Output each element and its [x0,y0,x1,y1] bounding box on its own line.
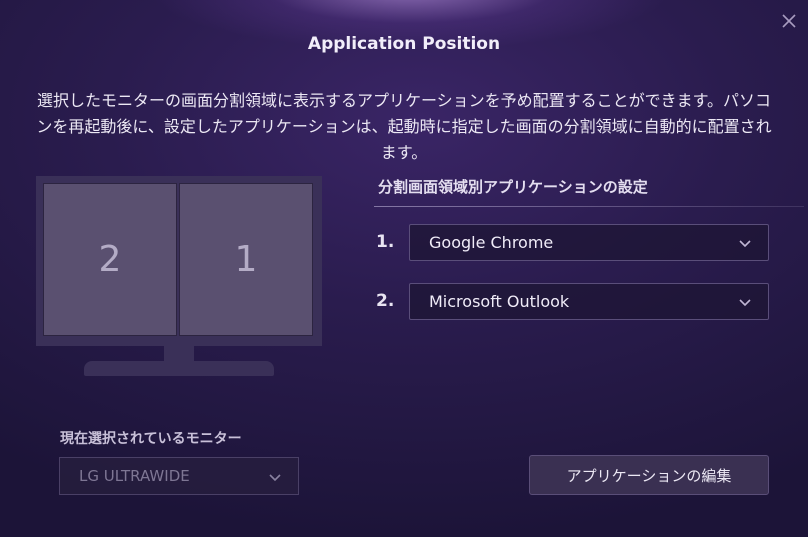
close-icon [782,14,796,28]
dialog-description: 選択したモニターの画面分割領域に表示するアプリケーションを予め配置することができ… [36,91,772,162]
monitor-stand-neck [164,346,194,362]
app-select-region-2[interactable]: Microsoft Outlook [409,283,769,320]
application-position-dialog: Application Position 選択したモニターの画面分割領域に表示す… [0,0,808,537]
row-number-1: 1. [376,232,395,252]
section-divider [374,206,804,207]
monitor-preview: 2 1 [36,176,322,346]
chevron-down-icon [269,474,281,482]
screen-region-1[interactable]: 1 [179,183,313,336]
monitor-select-value: LG ULTRAWIDE [79,467,190,485]
chevron-down-icon [739,299,751,307]
chevron-down-icon [739,240,751,248]
current-monitor-label: 現在選択されているモニター [60,431,242,447]
monitor-select[interactable]: LG ULTRAWIDE [59,457,299,495]
app-select-region-1[interactable]: Google Chrome [409,224,769,261]
row-number-2: 2. [376,291,395,311]
monitor-stand-base [84,361,274,376]
app-select-value: Google Chrome [429,233,554,252]
dialog-title: Application Position [307,34,501,54]
screen-region-2[interactable]: 2 [43,183,177,336]
app-select-value: Microsoft Outlook [429,292,570,311]
section-heading: 分割画面領域別アプリケーションの設定 [378,178,648,196]
edit-applications-button[interactable]: アプリケーションの編集 [529,455,769,495]
close-button[interactable] [778,10,800,32]
